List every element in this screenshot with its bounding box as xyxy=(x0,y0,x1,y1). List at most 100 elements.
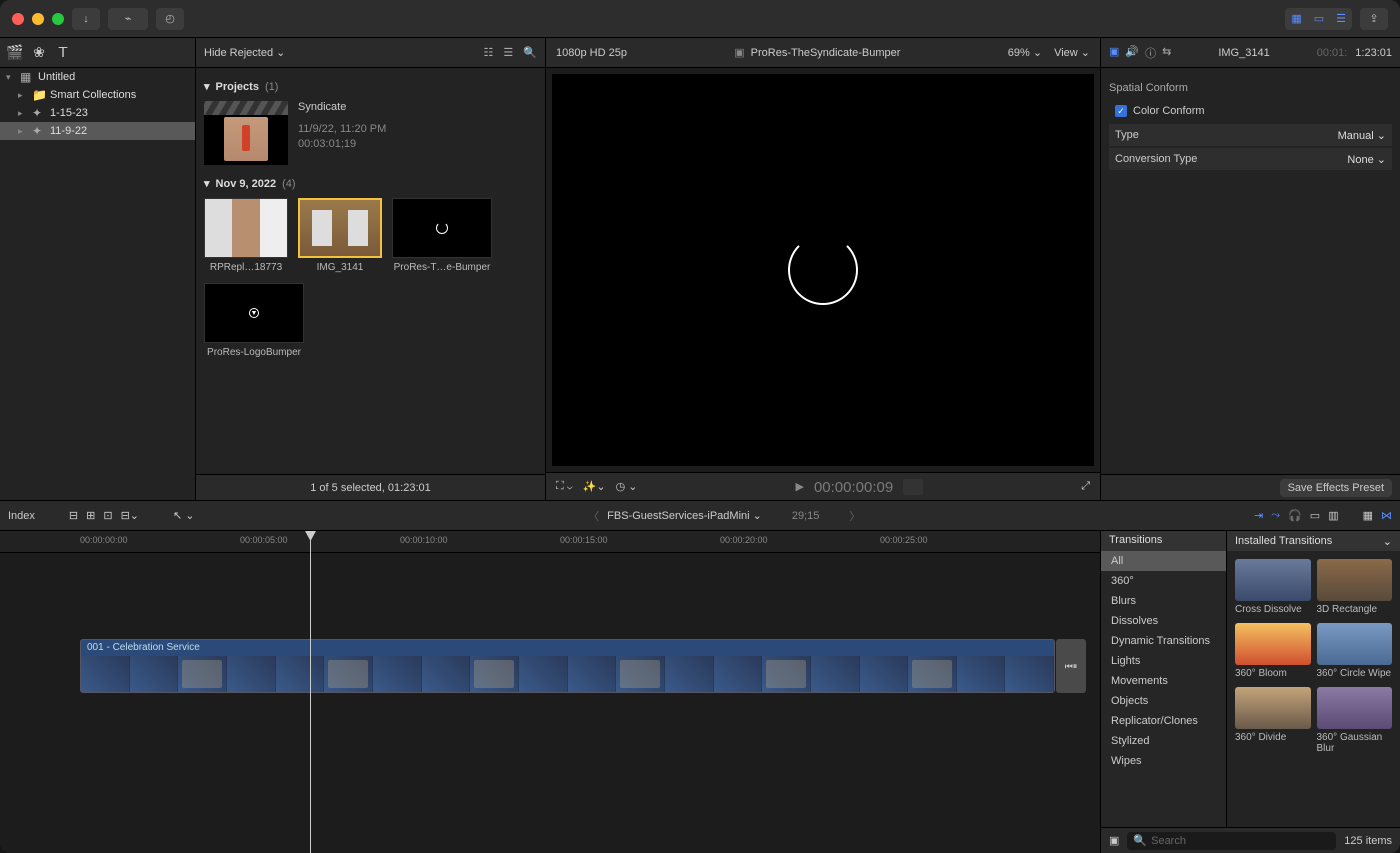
photos-icon[interactable]: ❀ xyxy=(30,44,48,62)
view-dropdown[interactable]: View ⌄ xyxy=(1054,46,1090,59)
retime-tool[interactable]: ◷ ⌄ xyxy=(616,480,638,493)
media-browser: Hide Rejected ⌄ ☷ ☰ 🔍 ▾Projects (1) Synd… xyxy=(196,38,546,500)
cat-wipes[interactable]: Wipes xyxy=(1101,751,1226,771)
bg-tasks-button[interactable]: ◴ xyxy=(156,8,184,30)
audio-inspector-tab[interactable]: 🔊 xyxy=(1125,45,1139,61)
inspector-title: IMG_3141 xyxy=(1218,47,1269,59)
transition-item-4[interactable]: 360° Divide xyxy=(1235,687,1311,754)
playhead[interactable] xyxy=(310,531,311,853)
cat-360[interactable]: 360° xyxy=(1101,571,1226,591)
timeline[interactable]: 00:00:00:00 00:00:05:00 00:00:10:00 00:0… xyxy=(0,531,1100,853)
browser-toggle[interactable]: ▦ xyxy=(1285,12,1307,25)
save-effects-preset-button[interactable]: Save Effects Preset xyxy=(1280,479,1392,497)
clip-item-0[interactable]: RPRepl…18773 xyxy=(204,198,288,273)
cat-blurs[interactable]: Blurs xyxy=(1101,591,1226,611)
timeline-project-name[interactable]: FBS-GuestServices-iPadMini ⌄ xyxy=(607,509,762,522)
cat-movements[interactable]: Movements xyxy=(1101,671,1226,691)
conversion-type-row[interactable]: Conversion Type None ⌄ xyxy=(1109,148,1392,170)
browser-footer-status: 1 of 5 selected, 01:23:01 xyxy=(196,474,545,500)
timeline-gap[interactable]: ⏮⏸ xyxy=(1056,639,1086,693)
transform-tool[interactable]: ⛶ ⌄ xyxy=(556,480,573,493)
cat-dissolves[interactable]: Dissolves xyxy=(1101,611,1226,631)
import-button[interactable]: ↓ xyxy=(72,8,100,30)
workspace-toggle-group: ▦ ▭ ☰ xyxy=(1285,8,1352,30)
library-row[interactable]: ▾▦ Untitled xyxy=(0,68,195,86)
transitions-search[interactable]: 🔍 Search xyxy=(1127,832,1336,850)
select-tool-icon[interactable]: ↖ ⌄ xyxy=(173,509,195,522)
library-name: Untitled xyxy=(38,71,75,83)
project-item[interactable]: Syndicate 11/9/22, 11:20 PM 00:03:01;19 xyxy=(204,101,537,165)
timeline-history-forward[interactable]: 〉 xyxy=(849,508,860,524)
enhance-tool[interactable]: ✨⌄ xyxy=(583,480,606,493)
type-row[interactable]: Type Manual ⌄ xyxy=(1109,124,1392,146)
viewer-canvas[interactable] xyxy=(552,74,1094,466)
transitions-browser-icon[interactable]: ⋈ xyxy=(1381,509,1392,522)
clip-item-2[interactable]: ProRes-T…e-Bumper xyxy=(392,198,492,273)
transition-item-2[interactable]: 360° Bloom xyxy=(1235,623,1311,679)
share-button[interactable]: ⇪ xyxy=(1360,8,1388,30)
timeline-duration: 29;15 xyxy=(792,510,820,522)
cat-dynamic[interactable]: Dynamic Transitions xyxy=(1101,631,1226,651)
timeline-history-back[interactable]: 〈 xyxy=(588,508,599,524)
titles-icon[interactable]: 𝖳 xyxy=(54,44,72,62)
fullscreen-button[interactable]: ⤢ xyxy=(1081,480,1090,493)
list-view-icon[interactable]: ☰ xyxy=(503,46,513,59)
cat-lights[interactable]: Lights xyxy=(1101,651,1226,671)
sidebar-item-event-1[interactable]: ▸✦ 11-9-22 xyxy=(0,122,195,140)
panel-view-icon[interactable]: ▣ xyxy=(1109,834,1119,847)
transition-item-0[interactable]: Cross Dissolve xyxy=(1235,559,1311,615)
lane-icon[interactable]: ▥ xyxy=(1328,509,1338,522)
sidebar-item-label: 1-15-23 xyxy=(50,107,88,119)
viewer-timecode[interactable]: 00:00:00:09 xyxy=(814,478,893,496)
cat-replicator[interactable]: Replicator/Clones xyxy=(1101,711,1226,731)
info-inspector-tab[interactable]: ⓘ xyxy=(1145,45,1156,61)
cat-all[interactable]: All xyxy=(1101,551,1226,571)
share-inspector-tab[interactable]: ⇆ xyxy=(1162,45,1171,61)
skimming-icon[interactable]: ⤳ xyxy=(1271,509,1280,522)
inspector-toggle[interactable]: ☰ xyxy=(1330,12,1352,25)
timeline-clip[interactable]: 001 - Celebration Service xyxy=(80,639,1055,693)
keyword-button[interactable]: ⌁ xyxy=(108,8,148,30)
play-button[interactable]: ▶ xyxy=(795,480,803,493)
clip-item-1[interactable]: IMG_3141 xyxy=(298,198,382,273)
index-button[interactable]: Index xyxy=(8,510,35,522)
position-tool-icon[interactable]: ⊞ xyxy=(86,509,95,522)
library-icon[interactable]: 🎬 xyxy=(6,44,24,62)
window-controls xyxy=(12,13,64,25)
search-icon[interactable]: 🔍 xyxy=(523,46,537,59)
range-tool-icon[interactable]: ⊡ xyxy=(103,509,112,522)
sidebar-item-smart[interactable]: ▸📁 Smart Collections xyxy=(0,86,195,104)
solo-icon[interactable]: ▭ xyxy=(1310,509,1320,522)
timeline-ruler[interactable]: 00:00:00:00 00:00:05:00 00:00:10:00 00:0… xyxy=(0,531,1100,553)
inspector-timecode: 1:23:01 xyxy=(1355,47,1392,59)
video-inspector-tab[interactable]: ▣ xyxy=(1109,45,1119,61)
spinner-icon xyxy=(788,235,858,305)
minimize-window[interactable] xyxy=(32,13,44,25)
color-conform-row[interactable]: ✓ Color Conform xyxy=(1109,100,1392,122)
transition-item-3[interactable]: 360° Circle Wipe xyxy=(1317,623,1393,679)
clip-filter-dropdown[interactable]: Hide Rejected ⌄ xyxy=(204,46,285,59)
cat-stylized[interactable]: Stylized xyxy=(1101,731,1226,751)
project-name: Syndicate xyxy=(298,101,386,113)
trim-tool-icon[interactable]: ⊟ xyxy=(69,509,78,522)
sidebar-item-event-0[interactable]: ▸✦ 1-15-23 xyxy=(0,104,195,122)
close-window[interactable] xyxy=(12,13,24,25)
timeline-toggle[interactable]: ▭ xyxy=(1308,12,1330,25)
cat-objects[interactable]: Objects xyxy=(1101,691,1226,711)
transitions-cat-header: Transitions xyxy=(1101,531,1226,551)
audio-meters xyxy=(903,479,923,495)
audio-skim-icon[interactable]: 🎧 xyxy=(1288,509,1302,522)
transition-item-5[interactable]: 360° Gaussian Blur xyxy=(1317,687,1393,754)
clip-item-3[interactable]: ▼ ProRes-LogoBumper xyxy=(204,283,304,358)
checkbox-icon[interactable]: ✓ xyxy=(1115,105,1127,117)
effects-browser-icon[interactable]: ▦ xyxy=(1363,509,1373,522)
zoom-dropdown[interactable]: 69% ⌄ xyxy=(1008,46,1042,59)
clip-appearance-icon[interactable]: ☷ xyxy=(484,46,494,59)
transition-item-1[interactable]: 3D Rectangle xyxy=(1317,559,1393,615)
snapping-icon[interactable]: ⇥ xyxy=(1254,509,1263,522)
transitions-header[interactable]: Installed Transitions xyxy=(1235,535,1332,547)
projects-heading: Projects xyxy=(216,81,259,93)
blade-tool-icon[interactable]: ⊟⌄ xyxy=(121,509,139,522)
zoom-window[interactable] xyxy=(52,13,64,25)
event-heading: Nov 9, 2022 xyxy=(216,178,277,190)
